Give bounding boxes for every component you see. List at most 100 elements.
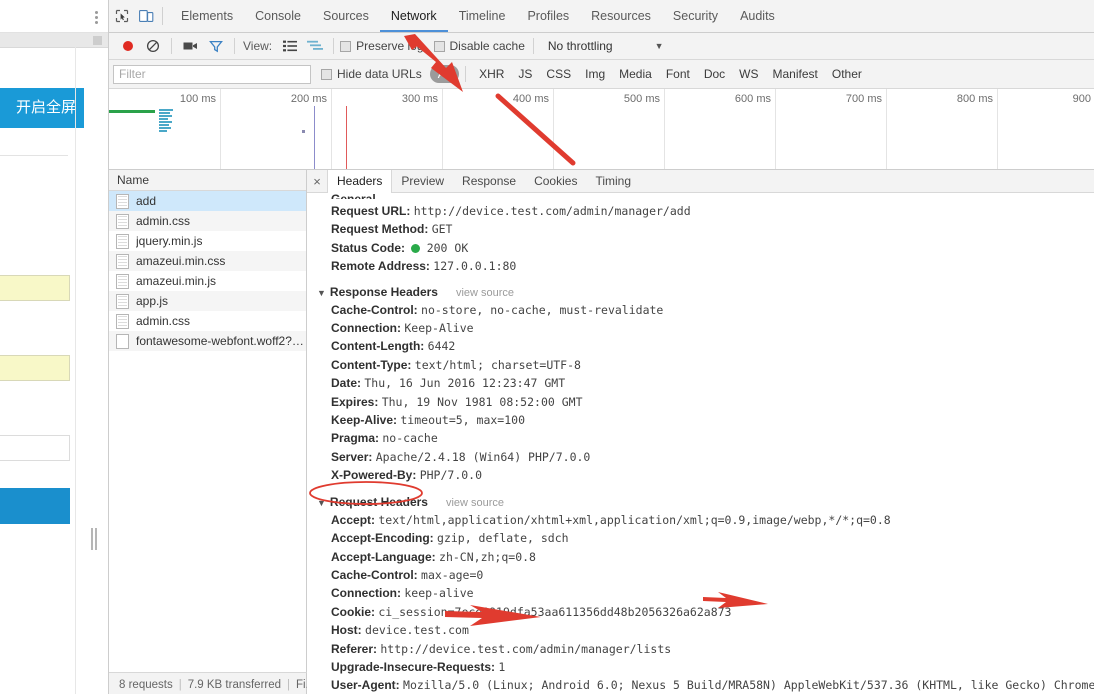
filter-type-media[interactable]: Media [612,65,659,83]
request-name: admin.css [136,314,191,328]
request-name: amazeui.min.css [136,254,226,268]
tab-network[interactable]: Network [380,0,448,32]
request-headers-section[interactable]: ▼ Request Headers view source [307,493,1094,511]
table-row[interactable]: app.js [109,291,306,311]
header-value: max-age=0 [421,567,484,582]
hide-data-urls-checkbox[interactable]: Hide data URLs [321,67,422,81]
filter-type-other[interactable]: Other [825,65,869,83]
filter-type-xhr[interactable]: XHR [472,65,511,83]
browser-menu-icon[interactable] [95,11,99,25]
status-separator: | [178,679,182,691]
tab-cookies[interactable]: Cookies [525,170,586,192]
requests-list-pane: Name add admin.css jquery.min.js amazeui… [109,170,315,694]
page-vertical-divider [75,47,76,694]
header-value: text/html; charset=UTF-8 [414,357,581,372]
throttling-select[interactable]: No throttling [548,39,613,53]
table-row[interactable]: fontawesome-webfont.woff2?v... [109,331,306,351]
table-row[interactable]: amazeui.min.css [109,251,306,271]
header-key: Accept: [331,512,376,527]
details-tabbar: × Headers Preview Response Cookies Timin… [307,170,1094,193]
header-row-cookie: Cookie: ci_session=7ece9919dfa53aa611356… [307,603,1094,621]
page-submit-button[interactable] [0,488,70,524]
header-value: http://device.test.com/admin/manager/add [413,204,691,218]
header-key: X-Powered-By: [331,468,417,483]
tab-preview[interactable]: Preview [392,170,453,192]
header-row-request-url: Request URL: http://device.test.com/admi… [307,202,1094,220]
table-row[interactable]: add [109,191,306,211]
overview-request-stack [159,109,173,135]
header-key: Request URL: [331,204,411,218]
general-section-title[interactable]: General [331,192,376,199]
page-input-field-3[interactable] [0,435,70,461]
transferred-size: 7.9 KB transferred [187,679,282,691]
table-row[interactable]: amazeui.min.js [109,271,306,291]
network-toolbar: View: Preserve log Disable cache No thro… [109,33,1094,60]
header-key: Server: [331,449,373,464]
tab-response[interactable]: Response [453,170,525,192]
header-key: Referer: [331,641,378,656]
tab-audits[interactable]: Audits [729,0,786,32]
disable-cache-checkbox[interactable]: Disable cache [433,39,525,53]
filter-type-css[interactable]: CSS [539,65,578,83]
clear-icon[interactable] [140,33,165,59]
filter-type-font[interactable]: Font [659,65,697,83]
header-row-user-agent: User-Agent: Mozilla/5.0 (Linux; Android … [307,676,1094,694]
filter-type-img[interactable]: Img [578,65,612,83]
filter-type-ws[interactable]: WS [732,65,765,83]
tab-timeline[interactable]: Timeline [448,0,517,32]
funnel-icon[interactable] [203,33,228,59]
preserve-log-checkbox[interactable]: Preserve log [340,39,424,53]
close-icon[interactable]: × [307,174,327,189]
filter-type-js[interactable]: JS [511,65,539,83]
header-row: Upgrade-Insecure-Requests: 1 [307,658,1094,676]
overview-tick-100ms: 100 ms [179,93,216,105]
filter-type-all[interactable]: All [429,65,460,83]
table-row[interactable]: jquery.min.js [109,231,306,251]
tab-console[interactable]: Console [244,0,312,32]
view-source-link[interactable]: view source [456,287,514,299]
page-input-field-2[interactable] [0,355,70,381]
filter-type-manifest[interactable]: Manifest [766,65,825,83]
chevron-down-icon[interactable]: ▼ [655,41,664,51]
header-value: PHP/7.0.0 [419,468,483,483]
view-source-link[interactable]: view source [446,497,504,509]
tab-profiles[interactable]: Profiles [516,0,580,32]
table-row[interactable]: admin.css [109,311,306,331]
toggle-device-toolbar-icon[interactable] [134,3,159,29]
devtools-resize-handle[interactable] [89,528,99,550]
page-input-field-1[interactable] [0,275,70,301]
request-details-pane: × Headers Preview Response Cookies Timin… [307,170,1094,694]
request-name: fontawesome-webfont.woff2?v... [136,334,306,348]
header-value: device.test.com [365,623,469,638]
response-headers-section[interactable]: ▼ Response Headers view source [307,283,1094,301]
table-row[interactable]: admin.css [109,211,306,231]
tab-resources[interactable]: Resources [580,0,662,32]
inspect-element-icon[interactable] [109,3,134,29]
header-value: Keep-Alive [404,321,474,336]
tab-timing[interactable]: Timing [586,170,640,192]
tab-sources[interactable]: Sources [312,0,380,32]
overview-tick-300ms: 300 ms [401,93,438,105]
network-overview-timeline[interactable]: 100 ms 200 ms 300 ms 400 ms 500 ms 600 m… [109,89,1094,170]
hide-data-urls-label: Hide data URLs [337,67,422,81]
filter-input[interactable] [113,64,311,84]
list-view-icon[interactable] [277,33,302,59]
header-row: Connection: keep-alive [307,584,1094,602]
request-name: jquery.min.js [136,234,203,248]
tab-elements[interactable]: Elements [170,0,244,32]
waterfall-view-icon[interactable] [302,33,327,59]
headers-content[interactable]: General Request URL: http://device.test.… [307,192,1094,694]
filter-type-doc[interactable]: Doc [697,65,732,83]
record-icon[interactable] [115,33,140,59]
tab-security[interactable]: Security [662,0,729,32]
header-key: Keep-Alive: [331,413,398,428]
devtools-panel: Elements Console Sources Network Timelin… [108,0,1094,694]
tab-headers[interactable]: Headers [327,170,393,193]
header-row: Content-Type: text/html; charset=UTF-8 [307,356,1094,374]
fullscreen-button[interactable]: 开启全屏 [0,88,84,128]
camera-icon[interactable] [178,33,203,59]
header-row: Accept: text/html,application/xhtml+xml,… [307,511,1094,529]
network-status-bar: 8 requests | 7.9 KB transferred | Fi... [109,672,315,694]
header-row: Cache-Control: max-age=0 [307,566,1094,584]
requests-column-header-name[interactable]: Name [109,170,306,191]
